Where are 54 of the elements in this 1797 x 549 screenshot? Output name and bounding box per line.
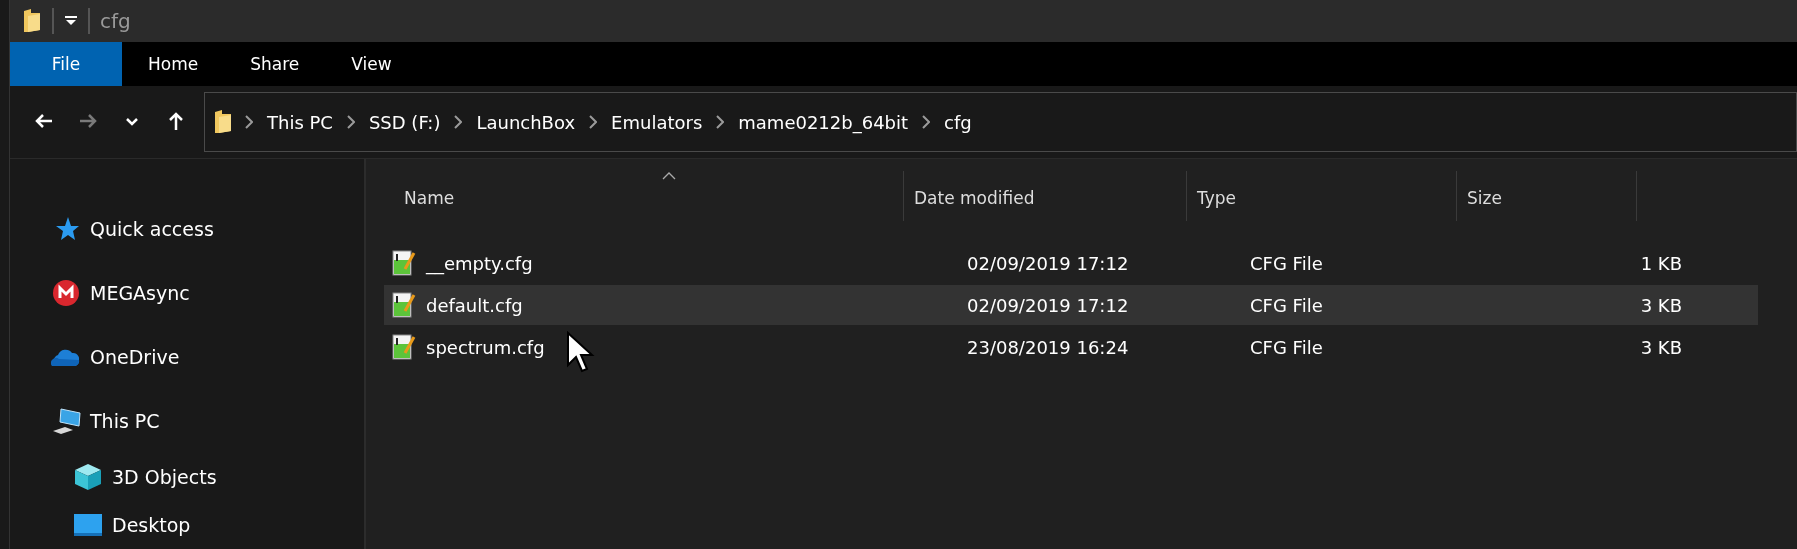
- date-cell-text: 23/08/2019 16:24: [966, 336, 1130, 358]
- chevron-icon: [589, 115, 598, 130]
- mouse-pointer-icon: [566, 331, 596, 375]
- ribbon-tab[interactable]: Home: [122, 42, 225, 87]
- breadcrumb-item[interactable]: LaunchBox: [474, 111, 578, 133]
- file-row[interactable]: spectrum.cfg 23/08/2019 16:24 CFG File 3 KB: [384, 327, 1758, 367]
- ribbon-tab[interactable]: View: [325, 42, 418, 87]
- breadcrumb-item[interactable]: cfg: [942, 111, 974, 133]
- size-cell-text: 3 KB: [1639, 294, 1683, 316]
- nav-pane-item[interactable]: This PC: [10, 389, 364, 453]
- type-cell-text: CFG File: [1249, 252, 1324, 274]
- file-menu-button[interactable]: File: [10, 42, 122, 87]
- type-cell-text: CFG File: [1249, 294, 1324, 316]
- mega-icon: [52, 279, 80, 307]
- column-header[interactable]: Name: [394, 171, 904, 221]
- file-name: spectrum.cfg: [426, 336, 545, 358]
- file-name: __empty.cfg: [426, 252, 533, 274]
- chevron-icon: [346, 115, 355, 130]
- column-header[interactable]: Date modified: [904, 171, 1187, 221]
- folder-icon: [22, 8, 42, 35]
- chevron-icon: [716, 115, 725, 130]
- computer-icon: [51, 407, 81, 435]
- folder-icon: [213, 109, 233, 136]
- desktop-icon: [74, 514, 102, 536]
- file-icon: [392, 250, 416, 276]
- type-cell-text: CFG File: [1249, 336, 1324, 358]
- size-cell-text: 1 KB: [1639, 252, 1683, 274]
- nav-pane-item[interactable]: 3D Objects: [10, 453, 364, 501]
- quick-access-dropdown-icon[interactable]: [64, 15, 78, 28]
- file-row[interactable]: default.cfg 02/09/2019 17:12 CFG File 3 KB: [384, 285, 1758, 325]
- nav-pane-item[interactable]: Quick access: [10, 197, 364, 261]
- nav-pane-item[interactable]: MEGAsync: [10, 261, 364, 325]
- file-row[interactable]: __empty.cfg 02/09/2019 17:12 CFG File 1 KB: [384, 243, 1758, 283]
- breadcrumb-item[interactable]: Emulators: [609, 111, 705, 133]
- date-cell-text: 02/09/2019 17:12: [966, 252, 1130, 274]
- window-title: cfg: [100, 9, 131, 34]
- chevron-icon: [922, 115, 931, 130]
- chevron-icon: [454, 115, 463, 130]
- ribbon-tab[interactable]: Share: [224, 42, 326, 87]
- chevron-icon: [245, 115, 253, 130]
- address-bar[interactable]: This PC SSD (F:) LaunchBox Emulators mame0212b_64bit cfg: [204, 92, 1797, 153]
- breadcrumb-item[interactable]: SSD (F:): [366, 111, 443, 133]
- breadcrumb-item[interactable]: This PC: [265, 111, 335, 133]
- column-header[interactable]: Type: [1187, 171, 1457, 221]
- nav-pane-item[interactable]: Desktop: [10, 501, 364, 549]
- file-name: default.cfg: [426, 294, 523, 316]
- size-cell-text: 3 KB: [1639, 336, 1683, 358]
- file-icon: [392, 334, 416, 360]
- column-header[interactable]: Size: [1457, 171, 1637, 221]
- cube-icon: [74, 463, 102, 491]
- breadcrumb-item[interactable]: mame0212b_64bit: [736, 111, 911, 133]
- file-icon: [392, 292, 416, 318]
- date-cell-text: 02/09/2019 17:12: [966, 294, 1130, 316]
- nav-pane-item[interactable]: OneDrive: [10, 325, 364, 389]
